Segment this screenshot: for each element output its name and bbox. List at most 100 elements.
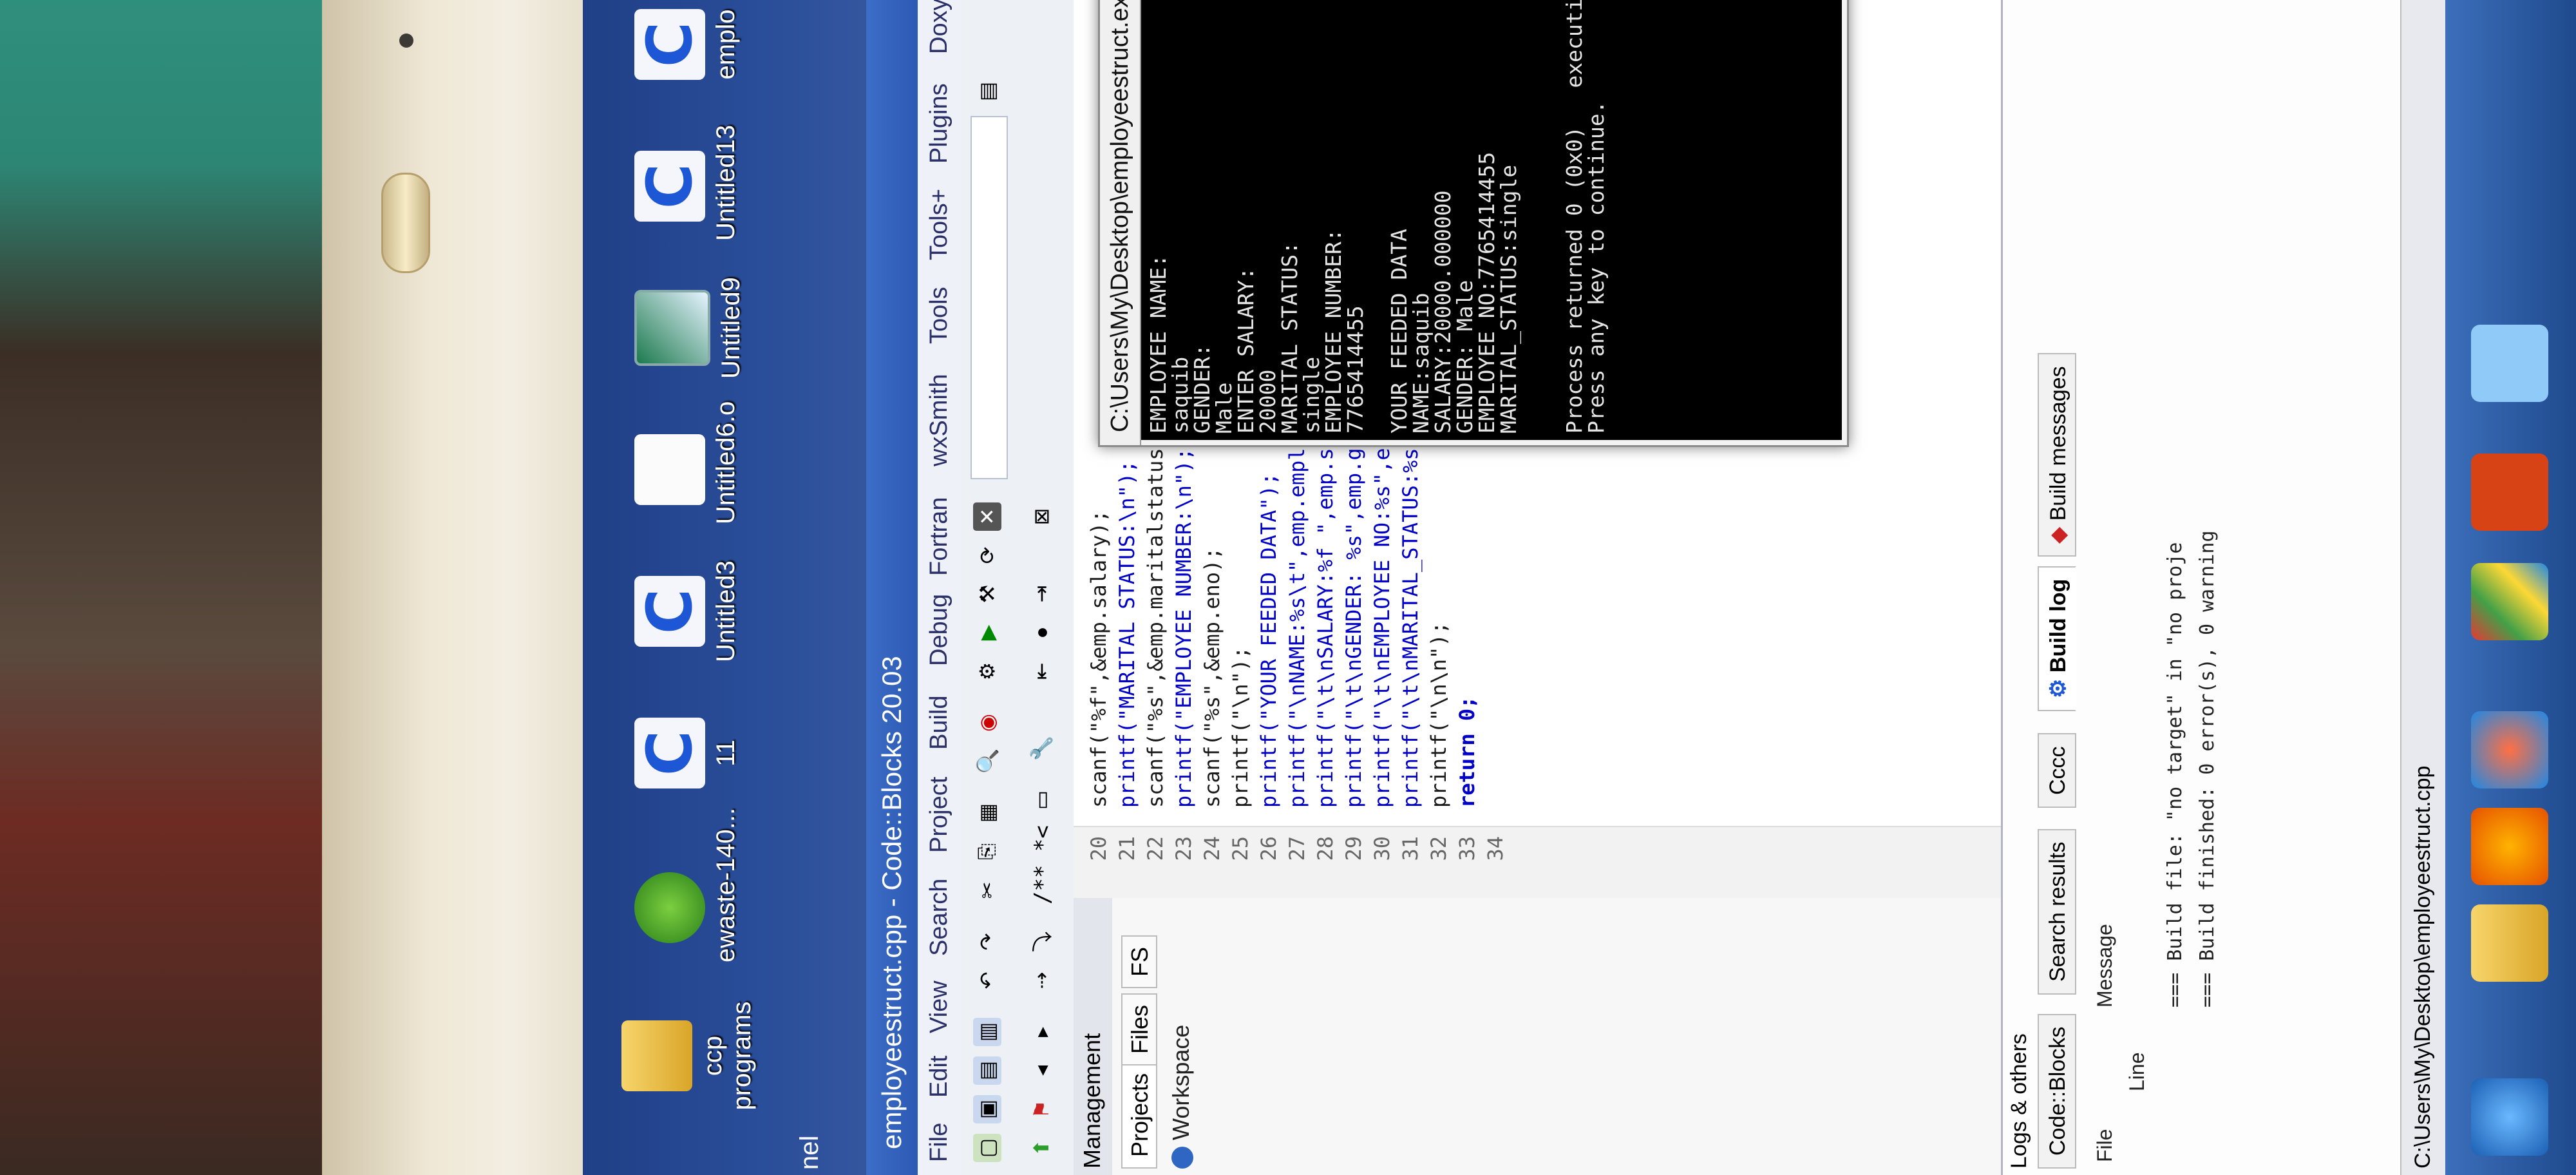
rebuild-icon[interactable]: ⟳	[973, 541, 1001, 569]
jump-back-icon[interactable]: ◂	[1027, 1056, 1056, 1085]
line-number: 26	[1256, 836, 1281, 861]
folder-icon[interactable]	[2471, 904, 2548, 982]
menu-doxyblocks[interactable]: DoxyB	[925, 0, 953, 54]
copy-icon[interactable]: ⎘	[973, 837, 1001, 866]
desktop-icon-11[interactable]: C 11	[634, 698, 757, 808]
tab-build-log-label: Build log	[2046, 578, 2070, 673]
new-file-icon[interactable]: ▢	[973, 1134, 1001, 1162]
menu-file[interactable]: File	[925, 1123, 953, 1162]
tab-build-log[interactable]: ⚙ Build log	[2038, 566, 2076, 711]
menu-edit[interactable]: Edit	[925, 1056, 953, 1098]
breakpoint-icon[interactable]: ●	[1027, 618, 1056, 647]
powerpoint-icon[interactable]	[2471, 454, 2548, 531]
tab-cccc[interactable]: Cccc	[2038, 733, 2076, 808]
code-line: scanf("%s",&emp.eno);	[1200, 547, 1224, 808]
desktop-icon-untitled13[interactable]: C Untitled13	[634, 125, 757, 241]
menu-search[interactable]: Search	[925, 879, 953, 956]
desktop-icon-untitled6o[interactable]: Untitled6.o	[634, 401, 757, 524]
menu-tools[interactable]: Tools	[925, 287, 953, 344]
line-number: 22	[1143, 836, 1168, 861]
desktop-icon-emplo[interactable]: C emplo	[634, 0, 757, 99]
abort-icon[interactable]: ✕	[973, 502, 1001, 531]
logs-panel: Logs & others Code::Blocks Search result…	[2001, 0, 2402, 1175]
cut-icon[interactable]: ✂	[973, 876, 1001, 904]
doxy-icon[interactable]: ▤	[973, 77, 1001, 106]
console-line: Process returned 0 (0x0) execution time …	[1562, 0, 1587, 434]
settings-gear-icon[interactable]: ⚙	[973, 657, 1001, 685]
paste-icon[interactable]: ▦	[973, 799, 1001, 827]
console-line: YOUR FEEDED DATA	[1387, 229, 1412, 434]
redo-icon[interactable]: ↷	[973, 928, 1001, 956]
desktop-icon-ewaste[interactable]: ewaste-140...	[634, 808, 757, 962]
tab-search-results[interactable]: Search results	[2038, 828, 2076, 995]
console-line: MARITAL STATUS:	[1277, 241, 1302, 434]
line-number: 33	[1455, 836, 1479, 861]
desktop-icon-untitled9[interactable]: Untitled9	[634, 273, 757, 383]
menu-toolsplus[interactable]: Tools+	[925, 189, 953, 260]
blank-file-icon	[634, 434, 705, 505]
webcam	[399, 33, 413, 48]
save-icon[interactable]: ▤	[973, 1056, 1001, 1085]
step-into-icon[interactable]: ⤵	[1027, 928, 1056, 956]
window-title: employeestruct.cpp - Code::Blocks 20.03	[876, 656, 907, 1149]
desktop-partial-label: nel	[795, 1135, 824, 1170]
build-target-dropdown[interactable]	[971, 116, 1008, 479]
undo-icon[interactable]: ↶	[973, 966, 1001, 995]
paint-icon[interactable]	[2471, 563, 2548, 640]
menu-build[interactable]: Build	[925, 696, 953, 750]
power-led	[381, 173, 430, 273]
console-titlebar[interactable]: C:\Users\My\Desktop\employeestruct.exe	[1100, 0, 1141, 445]
menu-plugins[interactable]: Plugins	[925, 83, 953, 164]
menu-wxsmith[interactable]: wxSmith	[925, 374, 953, 466]
line-number: 24	[1200, 836, 1224, 861]
diamond-icon: ◆	[2046, 526, 2070, 544]
tab-projects[interactable]: Projects	[1121, 1061, 1157, 1169]
jump-forward-icon[interactable]: ▸	[1027, 1018, 1056, 1046]
gear-icon: ⚙	[2046, 678, 2070, 698]
console-line: single	[1299, 356, 1324, 434]
codeblocks-file-icon: C	[634, 9, 706, 80]
menu-view[interactable]: View	[925, 980, 953, 1033]
menu-fortran[interactable]: Fortran	[925, 497, 953, 576]
replace-icon[interactable]: ◉	[973, 709, 1001, 737]
console-window[interactable]: C:\Users\My\Desktop\employeestruct.exe E…	[1098, 0, 1849, 447]
next-line-icon[interactable]: ⇥	[1027, 580, 1056, 608]
tab-codeblocks-log[interactable]: Code::Blocks	[2038, 1013, 2076, 1169]
step-out-icon[interactable]: ⇤	[1027, 657, 1056, 685]
build-run-icon[interactable]: ⚒	[973, 580, 1001, 608]
tab-fsymbols[interactable]: FS	[1121, 935, 1157, 988]
code-completion-combo[interactable]: /** *<	[1030, 825, 1056, 904]
debug-run-icon[interactable]: ⇢	[1027, 966, 1056, 995]
tab-files[interactable]: Files	[1121, 993, 1157, 1065]
flag-icon[interactable]: ⚑	[1027, 1095, 1056, 1123]
workspace-node[interactable]: Workspace	[1168, 1025, 1195, 1169]
run-icon[interactable]: ▶	[973, 618, 1001, 647]
code-line: scanf("%f",&emp.salary);	[1086, 510, 1111, 808]
comment-icon[interactable]: ▭	[1027, 786, 1056, 814]
desktop-icon-ccp-programs[interactable]: ccp programs	[621, 1001, 756, 1111]
menu-debug[interactable]: Debug	[925, 594, 953, 666]
app-icon[interactable]	[2471, 325, 2548, 402]
menu-project[interactable]: Project	[925, 777, 953, 853]
stop-debug-icon[interactable]: ⊠	[1027, 502, 1056, 531]
codeblocks-file-icon: C	[634, 576, 706, 647]
firefox-icon[interactable]	[2471, 711, 2548, 788]
code-line: printf("YOUR FEEDED DATA");	[1256, 472, 1281, 808]
code-line: printf("MARITAL STATUS:\n");	[1115, 460, 1139, 808]
console-line: Male	[1211, 382, 1236, 434]
taskbar	[2445, 0, 2576, 1175]
save-all-icon[interactable]: ▥	[973, 1018, 1001, 1046]
arrow-up-green-icon[interactable]: ⬆	[1027, 1134, 1056, 1162]
open-file-icon[interactable]: ▣	[973, 1095, 1001, 1123]
console-title: C:\Users\My\Desktop\employeestruct.exe	[1106, 0, 1133, 432]
wrench-icon[interactable]: 🔧	[1027, 734, 1056, 763]
tab-build-messages[interactable]: ◆ Build messages	[2038, 353, 2076, 557]
codeblocks-file-icon: C	[634, 151, 706, 222]
desktop: nel ccp programs ewaste-140... C 11 C Un…	[583, 0, 866, 1175]
find-icon[interactable]: 🔍	[973, 747, 1001, 776]
line-number: 20	[1086, 836, 1111, 861]
desktop-icon-untitled3[interactable]: C Untitled3	[634, 557, 757, 666]
window-titlebar[interactable]: employeestruct.cpp - Code::Blocks 20.03	[866, 0, 918, 1175]
ie-icon[interactable]	[2471, 1078, 2548, 1156]
media-player-icon[interactable]	[2471, 808, 2548, 885]
